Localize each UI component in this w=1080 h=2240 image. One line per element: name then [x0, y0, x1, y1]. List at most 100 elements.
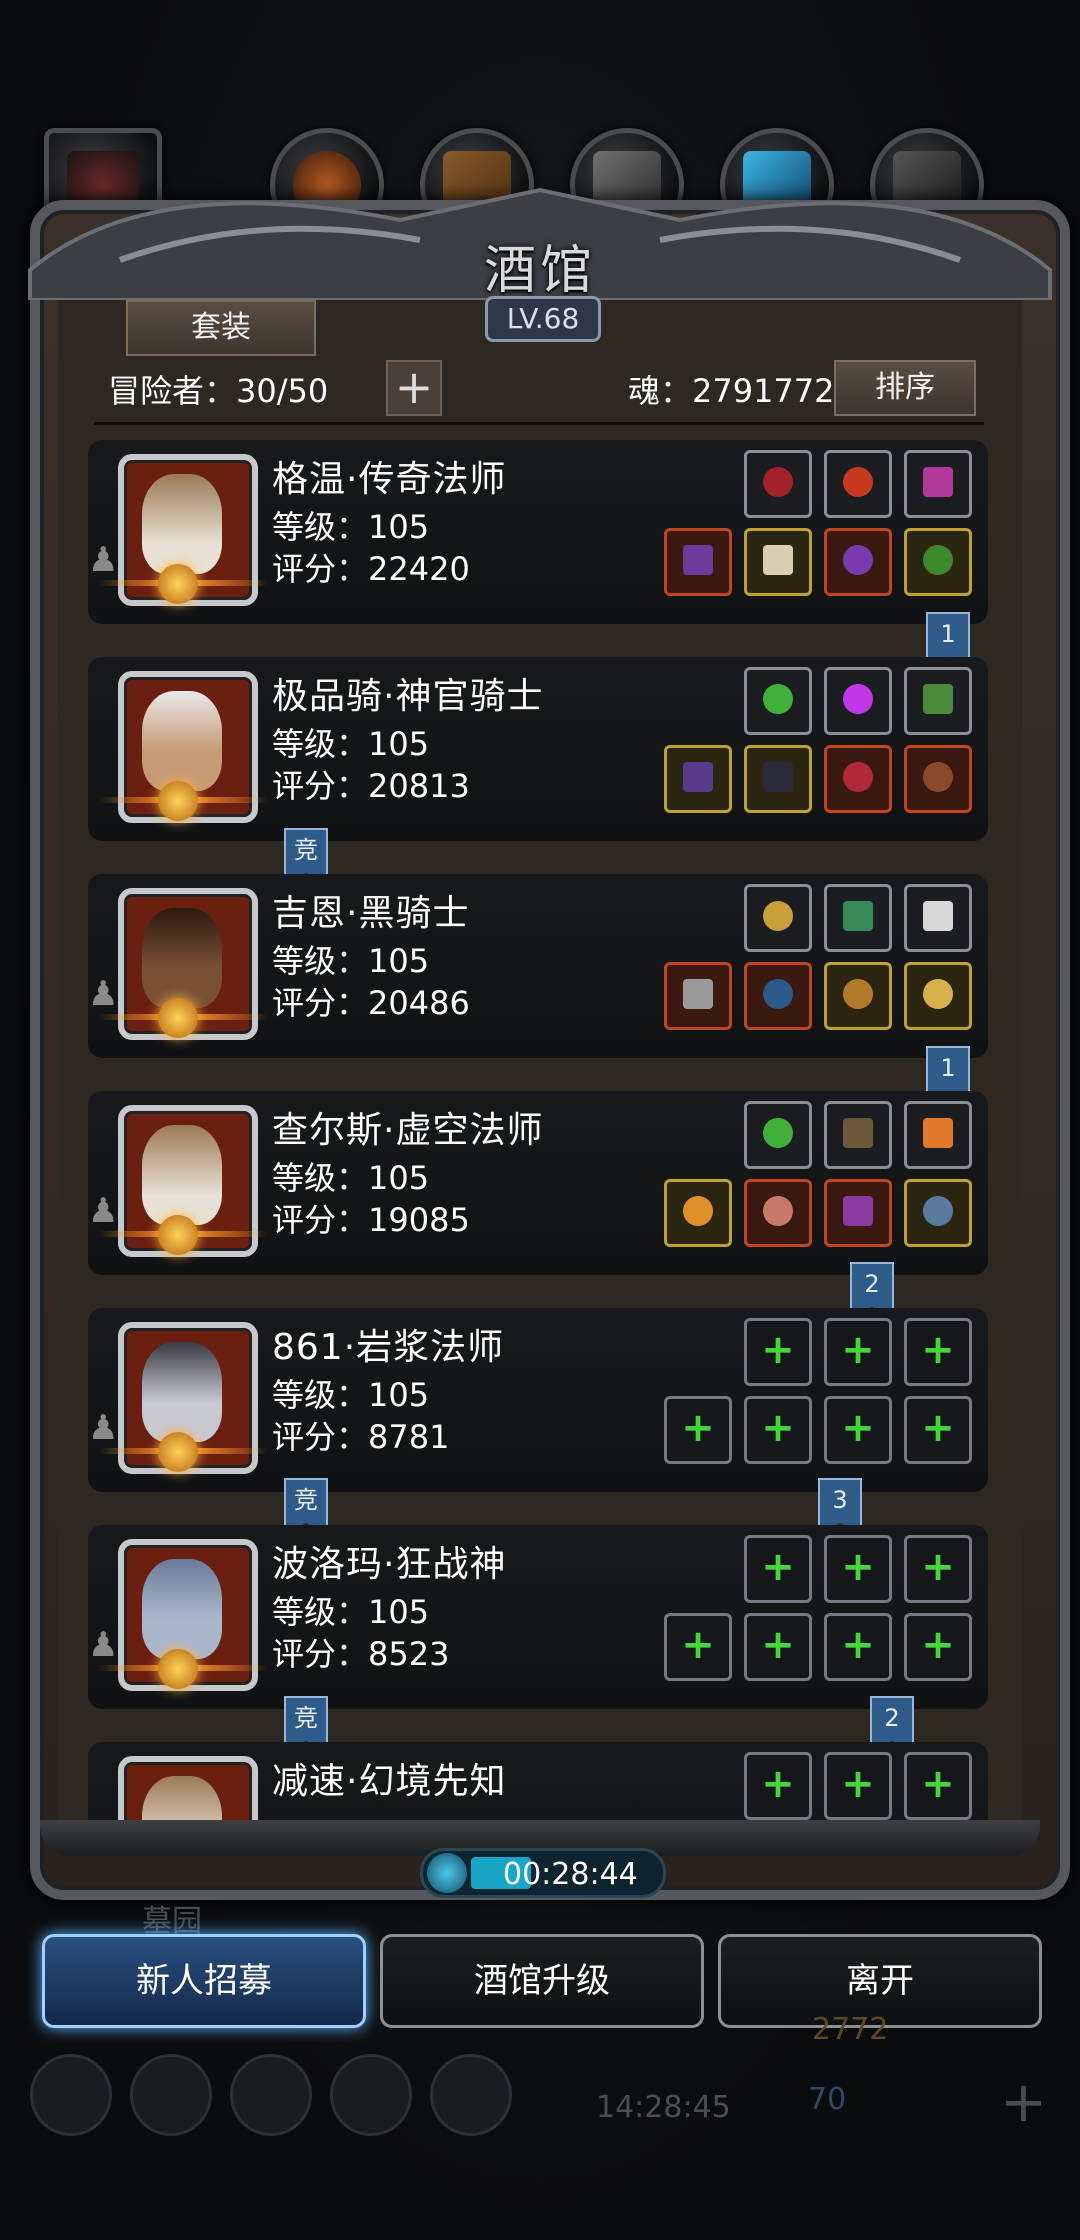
hero-card[interactable]: ♟ 861·岩浆法师 等级：105 评分：8781 + + + + + + +: [88, 1308, 988, 1492]
equip-slot-icon[interactable]: [744, 1179, 812, 1247]
equip-slot-icon[interactable]: [824, 1179, 892, 1247]
empty-slot-plus-icon[interactable]: +: [824, 1535, 892, 1603]
hero-level: 等级：105: [272, 942, 430, 980]
rank-medal-icon: [158, 998, 198, 1038]
clock-icon: [427, 1853, 467, 1893]
game-clock: 14:28:45: [596, 2090, 731, 2125]
empty-slot-plus-icon[interactable]: +: [904, 1318, 972, 1386]
equip-slot-icon[interactable]: [664, 528, 732, 596]
settings-icon: [30, 2054, 112, 2136]
rank-medal-icon: [158, 1432, 198, 1472]
page-title: 酒馆: [483, 241, 596, 301]
equip-slot-icon[interactable]: [824, 884, 892, 952]
equip-slot-icon[interactable]: [904, 745, 972, 813]
rank-medal-icon: [158, 1649, 198, 1689]
level-badge: LV.68: [485, 296, 601, 342]
info-row: 冒险者：30/50 + 魂：2791772 排序: [108, 360, 994, 420]
equip-slot-icon[interactable]: [744, 745, 812, 813]
empty-slot-plus-icon[interactable]: +: [744, 1613, 812, 1681]
shop-icon: [430, 2054, 512, 2136]
empty-slot-plus-icon[interactable]: +: [744, 1535, 812, 1603]
equip-slot-icon[interactable]: [904, 528, 972, 596]
equip-slot-icon[interactable]: [824, 1101, 892, 1169]
hero-name: 查尔斯·虚空法师: [272, 1110, 544, 1151]
equip-slot-icon[interactable]: [744, 1101, 812, 1169]
hero-portrait: [118, 1756, 258, 1820]
ranking-icon: [230, 2054, 312, 2136]
hero-name: 格温·传奇法师: [272, 459, 507, 500]
equip-slot-icon[interactable]: [904, 884, 972, 952]
coin-amount: 2772: [812, 2012, 889, 2047]
add-slot-button[interactable]: +: [386, 360, 442, 416]
hero-card[interactable]: ♟ 查尔斯·虚空法师 等级：105 评分：19085: [88, 1091, 988, 1275]
hero-name: 减速·幻境先知: [272, 1761, 507, 1802]
equip-slot-icon[interactable]: [744, 667, 812, 735]
recruit-button[interactable]: 新人招募: [42, 1934, 366, 2028]
empty-slot-plus-icon[interactable]: +: [824, 1752, 892, 1820]
hero-card[interactable]: ♟ 吉恩·黑骑士 等级：105 评分：20486: [88, 874, 988, 1058]
equip-slot-icon[interactable]: [904, 1101, 972, 1169]
hero-score: 评分：8781: [272, 1418, 450, 1456]
mail-icon: [330, 2054, 412, 2136]
equip-slot-icon[interactable]: [824, 450, 892, 518]
hero-card[interactable]: 减速·幻境先知 + + +: [88, 1742, 988, 1820]
hero-level: 等级：105: [272, 1376, 430, 1414]
equip-slot-icon[interactable]: [824, 962, 892, 1030]
equip-slot-icon[interactable]: [904, 667, 972, 735]
adventurer-count: 冒险者：30/50: [108, 372, 329, 410]
achievement-icon: [130, 2054, 212, 2136]
equip-slot-icon[interactable]: [664, 1179, 732, 1247]
hero-level: 等级：105: [272, 1159, 430, 1197]
empty-slot-plus-icon[interactable]: +: [824, 1396, 892, 1464]
equip-slot-icon[interactable]: [904, 962, 972, 1030]
hero-name: 861·岩浆法师: [272, 1327, 505, 1368]
hero-name: 波洛玛·狂战神: [272, 1544, 507, 1585]
hero-card[interactable]: 极品骑·神官骑士 等级：105 评分：20813: [88, 657, 988, 841]
hero-list[interactable]: ♟ 格温·传奇法师 等级：105 评分：22420 1 极品骑·神官骑士 等级：…: [88, 440, 988, 1820]
hero-score: 评分：8523: [272, 1635, 450, 1673]
empty-slot-plus-icon[interactable]: +: [904, 1396, 972, 1464]
hero-score: 评分：20813: [272, 767, 470, 805]
hero-card[interactable]: ♟ 格温·传奇法师 等级：105 评分：22420: [88, 440, 988, 624]
rank-medal-icon: [158, 781, 198, 821]
empty-slot-plus-icon[interactable]: +: [744, 1752, 812, 1820]
add-icon: +: [1000, 2070, 1047, 2135]
upgrade-tavern-button[interactable]: 酒馆升级: [380, 1934, 704, 2028]
empty-slot-plus-icon[interactable]: +: [744, 1396, 812, 1464]
hero-score: 评分：19085: [272, 1201, 470, 1239]
rank-medal-icon: [158, 564, 198, 604]
equip-slot-icon[interactable]: [824, 528, 892, 596]
hero-score: 评分：22420: [272, 550, 470, 588]
hero-level: 等级：105: [272, 508, 430, 546]
set-button[interactable]: 套装: [126, 300, 316, 356]
gem-amount: 70: [808, 2082, 847, 2117]
soul-amount: 魂：2791772: [628, 372, 835, 410]
refresh-timer: 00:28:44: [420, 1848, 666, 1898]
sort-button[interactable]: 排序: [834, 360, 976, 416]
empty-slot-plus-icon[interactable]: +: [664, 1396, 732, 1464]
hero-level: 等级：105: [272, 725, 430, 763]
equip-slot-icon[interactable]: [744, 962, 812, 1030]
equip-slot-icon[interactable]: [824, 745, 892, 813]
equip-slot-icon[interactable]: [664, 745, 732, 813]
equip-slot-icon[interactable]: [744, 884, 812, 952]
empty-slot-plus-icon[interactable]: +: [744, 1318, 812, 1386]
hero-level: 等级：105: [272, 1593, 430, 1631]
equip-slot-icon[interactable]: [744, 450, 812, 518]
equip-slot-icon[interactable]: [664, 962, 732, 1030]
equip-slot-icon[interactable]: [904, 450, 972, 518]
equip-slot-icon[interactable]: [824, 667, 892, 735]
empty-slot-plus-icon[interactable]: +: [904, 1613, 972, 1681]
empty-slot-plus-icon[interactable]: +: [904, 1535, 972, 1603]
empty-slot-plus-icon[interactable]: +: [664, 1613, 732, 1681]
hero-name: 极品骑·神官骑士: [272, 676, 544, 717]
rank-medal-icon: [158, 1215, 198, 1255]
empty-slot-plus-icon[interactable]: +: [904, 1752, 972, 1820]
equip-slot-icon[interactable]: [904, 1179, 972, 1247]
hero-score: 评分：20486: [272, 984, 470, 1022]
empty-slot-plus-icon[interactable]: +: [824, 1318, 892, 1386]
empty-slot-plus-icon[interactable]: +: [824, 1613, 892, 1681]
hero-card[interactable]: ♟ 波洛玛·狂战神 等级：105 评分：8523 + + + + + + +: [88, 1525, 988, 1709]
timer-text: 00:28:44: [503, 1857, 638, 1892]
equip-slot-icon[interactable]: [744, 528, 812, 596]
